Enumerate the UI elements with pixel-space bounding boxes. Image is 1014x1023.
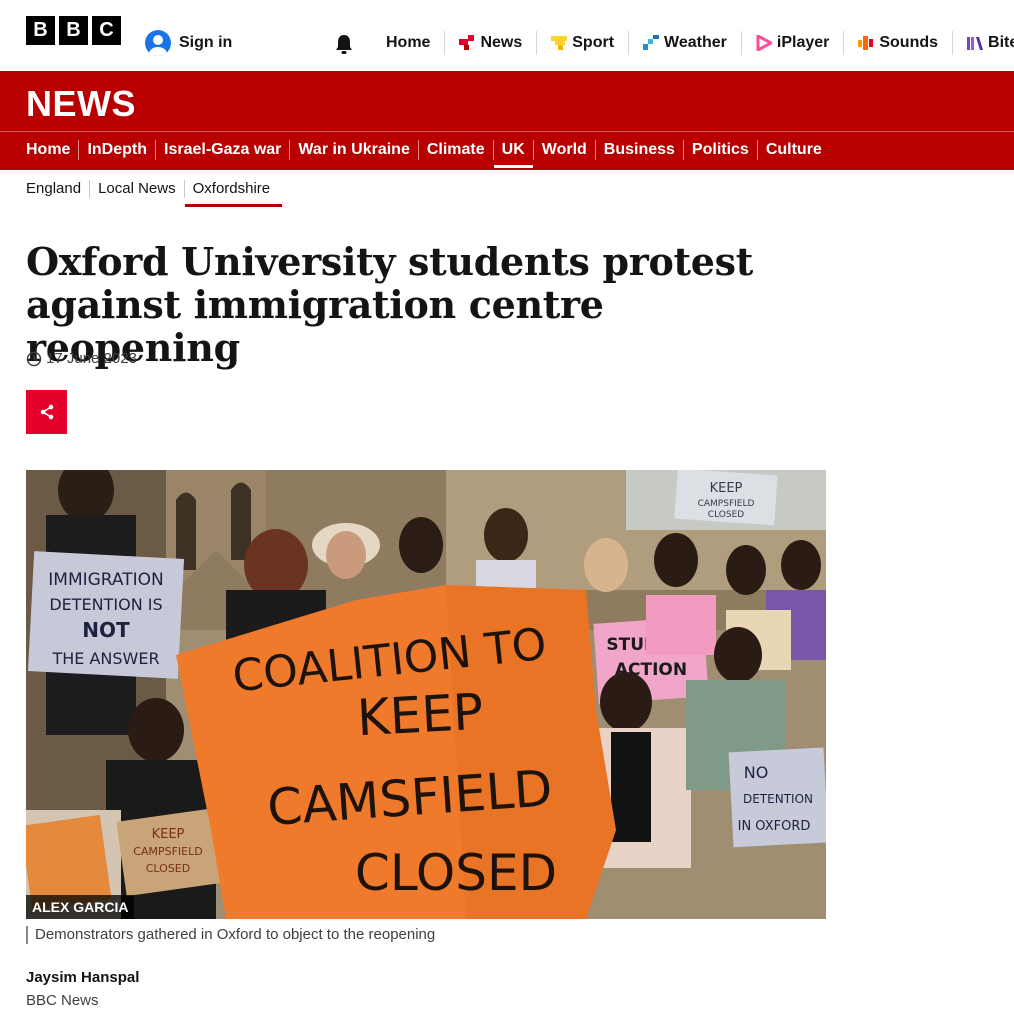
- sign-text: CLOSED: [146, 862, 190, 875]
- sign-in-label: Sign in: [179, 34, 233, 51]
- logo-letter: B: [26, 16, 55, 45]
- news-nav-indepth[interactable]: InDepth: [78, 140, 155, 160]
- sign-text: CLOSED: [708, 510, 744, 520]
- news-nav-culture[interactable]: Culture: [756, 140, 830, 160]
- global-nav-label: Home: [386, 34, 431, 51]
- share-button[interactable]: [26, 390, 67, 434]
- bell-icon[interactable]: [333, 33, 355, 55]
- article-date: 17 June 2023: [26, 350, 137, 367]
- sign-text: DETENTION IS: [49, 595, 162, 614]
- global-nav-iplayer[interactable]: iPlayer: [740, 31, 843, 55]
- sign-text: IN OXFORD: [738, 819, 811, 834]
- share-icon: [40, 404, 53, 420]
- banner-text: CLOSED: [355, 844, 557, 902]
- news-title-link[interactable]: NEWS: [26, 83, 136, 125]
- sign-text: NOT: [82, 618, 130, 642]
- sub-nav-england[interactable]: England: [18, 180, 89, 198]
- banner-text: KEEP: [356, 683, 485, 748]
- global-header: B B C Sign in Home News Sport Weather iP…: [0, 0, 1014, 71]
- sub-nav-local-news[interactable]: Local News: [89, 180, 184, 198]
- sign-text: KEEP: [710, 481, 743, 496]
- logo-letter: B: [59, 16, 88, 45]
- bbc-logo[interactable]: B B C: [26, 16, 121, 45]
- news-nav-israel-gaza-war[interactable]: Israel-Gaza war: [155, 140, 289, 160]
- global-nav-news[interactable]: News: [444, 31, 536, 55]
- sign-in-link[interactable]: Sign in: [145, 30, 232, 56]
- bitesize-icon: [967, 37, 984, 50]
- sign-text: NO: [744, 763, 769, 782]
- news-nav-war-in-ukraine[interactable]: War in Ukraine: [289, 140, 417, 160]
- global-nav-bitesize[interactable]: Bitesize: [952, 31, 1014, 55]
- logo-letter: C: [92, 16, 121, 45]
- global-nav-weather[interactable]: Weather: [628, 31, 741, 55]
- weather-icon: [643, 35, 660, 50]
- global-nav-label: Sounds: [879, 34, 939, 51]
- news-nav: Home InDepth Israel-Gaza war War in Ukra…: [18, 138, 830, 168]
- author-organisation: BBC News: [26, 992, 99, 1009]
- sign-text: IMMIGRATION: [48, 570, 163, 590]
- global-nav: Home News Sport Weather iPlayer Sounds B…: [372, 31, 1014, 55]
- global-nav-label: Weather: [664, 34, 727, 51]
- article-date-text: 17 June 2023: [46, 350, 137, 367]
- sign-text: DETENTION: [743, 792, 813, 806]
- image-credit: ALEX GARCIA: [26, 895, 135, 919]
- global-nav-label: iPlayer: [776, 34, 830, 51]
- article-image: KEEP CAMPSFIELD CLOSED IMMIGRATION DETEN…: [26, 470, 826, 919]
- news-nav-business[interactable]: Business: [594, 140, 683, 160]
- account-icon: [145, 30, 171, 56]
- news-nav-uk[interactable]: UK: [492, 140, 533, 168]
- global-nav-home[interactable]: Home: [372, 31, 444, 55]
- sign-text: THE ANSWER: [51, 649, 159, 668]
- sub-nav: England Local News Oxfordshire: [18, 178, 282, 207]
- news-nav-climate[interactable]: Climate: [417, 140, 493, 160]
- global-nav-label: News: [480, 34, 523, 51]
- protest-photo: KEEP CAMPSFIELD CLOSED IMMIGRATION DETEN…: [26, 470, 826, 919]
- news-nav-world[interactable]: World: [532, 140, 595, 160]
- sounds-icon: [858, 36, 874, 50]
- sign-text: KEEP: [152, 827, 185, 842]
- global-nav-label: Bitesize: [988, 34, 1014, 51]
- image-caption: Demonstrators gathered in Oxford to obje…: [26, 926, 435, 944]
- news-bar-divider: [0, 131, 1014, 132]
- article-headline: Oxford University students protest again…: [26, 239, 753, 370]
- news-nav-politics[interactable]: Politics: [682, 140, 757, 160]
- sign-text: CAMPSFIELD: [133, 845, 202, 858]
- news-section-bar: NEWS Home InDepth Israel-Gaza war War in…: [0, 71, 1014, 170]
- news-nav-home[interactable]: Home: [18, 140, 78, 160]
- global-nav-sport[interactable]: Sport: [536, 31, 628, 55]
- iplayer-icon: [756, 35, 772, 51]
- author-name: Jaysim Hanspal: [26, 969, 140, 986]
- sport-icon: [551, 36, 568, 50]
- sign-text: CAMPSFIELD: [698, 499, 755, 509]
- news-icon: [459, 35, 475, 50]
- clock-icon: [26, 351, 42, 366]
- global-nav-label: Sport: [572, 34, 615, 51]
- sub-nav-oxfordshire[interactable]: Oxfordshire: [183, 180, 282, 207]
- global-nav-sounds[interactable]: Sounds: [843, 31, 952, 55]
